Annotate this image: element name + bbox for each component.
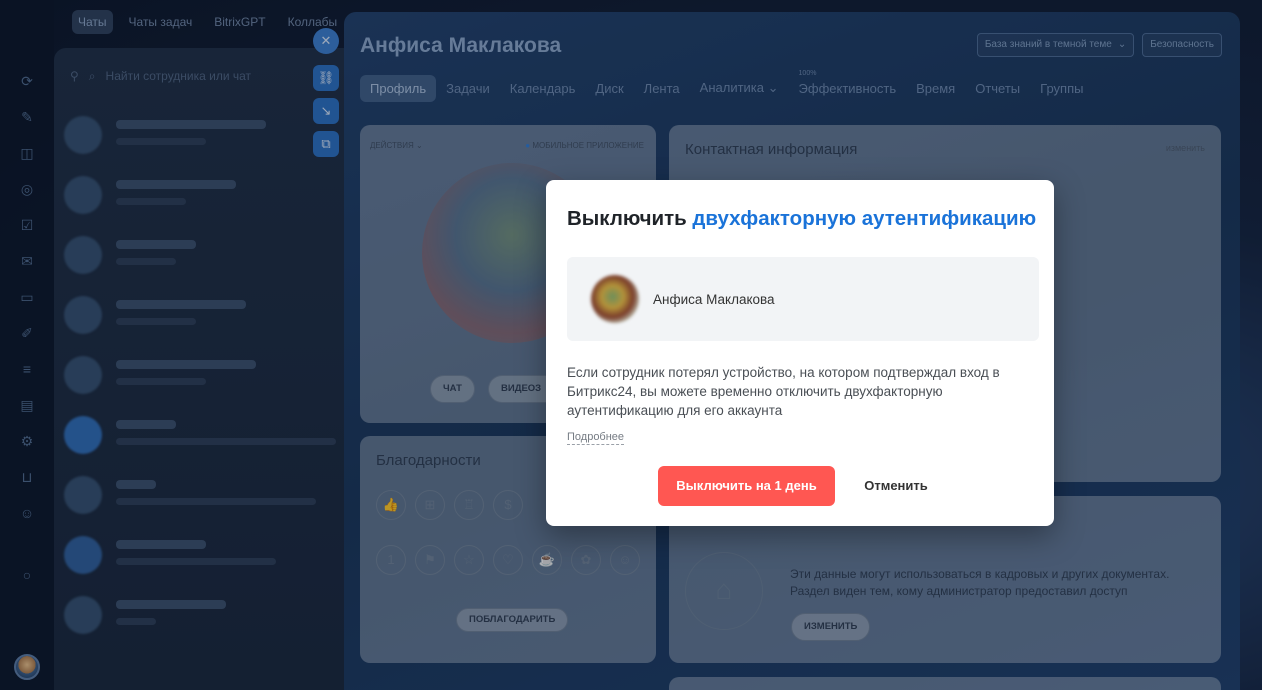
cancel-button[interactable]: Отменить <box>852 466 940 506</box>
dialog-title: Выключить двухфакторную аутентификацию <box>567 207 1037 230</box>
disable-for-one-day-button[interactable]: Выключить на 1 день <box>658 466 835 506</box>
user-avatar <box>591 275 639 323</box>
disable-2fa-dialog: Выключить двухфакторную аутентификацию А… <box>546 180 1054 526</box>
user-name: Анфиса Маклакова <box>653 292 775 307</box>
dialog-description: Если сотрудник потерял устройство, на ко… <box>567 365 1000 418</box>
user-card: Анфиса Маклакова <box>567 257 1039 341</box>
more-info-link[interactable]: Подробнее <box>567 431 625 445</box>
